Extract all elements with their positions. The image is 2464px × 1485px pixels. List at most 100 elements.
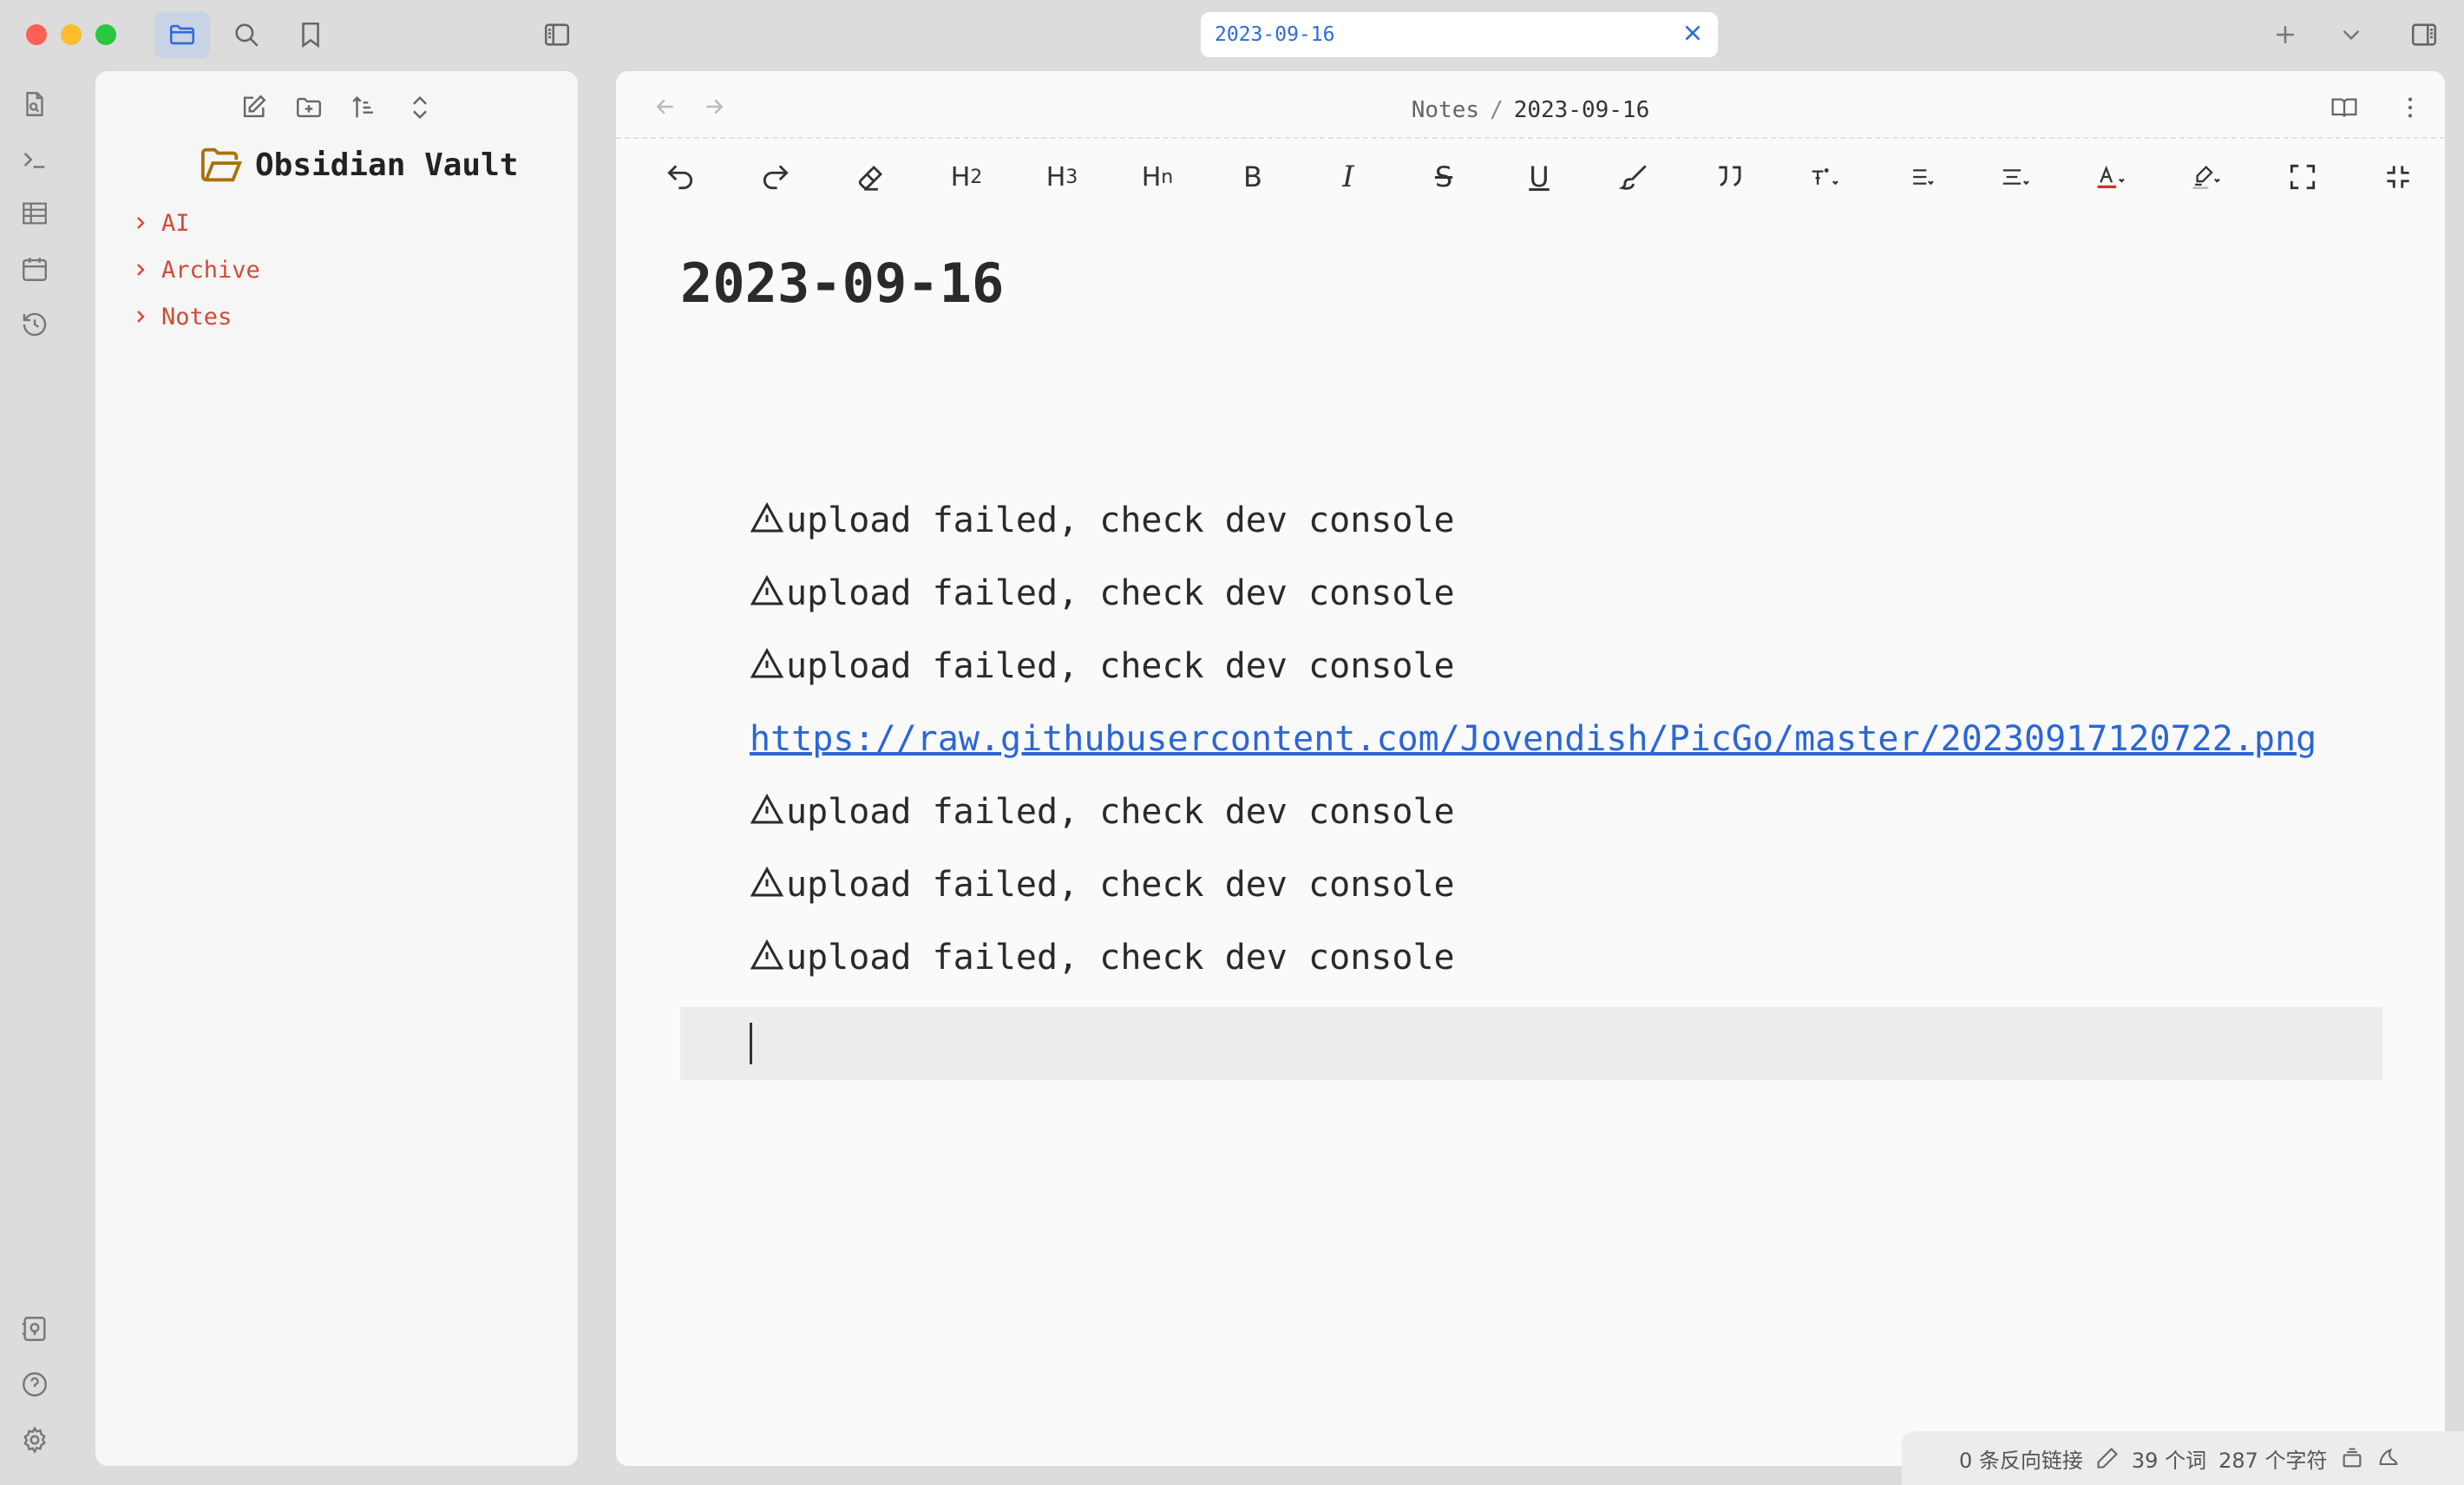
chevron-right-icon	[137, 264, 145, 276]
highlighter-icon	[2192, 165, 2220, 189]
breadcrumb-folder[interactable]: Notes	[1412, 97, 1479, 123]
format-painter-button[interactable]	[1609, 151, 1661, 203]
settings-button[interactable]	[16, 1421, 54, 1459]
folder-plus-icon	[297, 97, 321, 118]
open-quick-switcher-button[interactable]	[16, 85, 54, 123]
bold-button[interactable]: B	[1227, 151, 1279, 203]
active-tab[interactable]: 2023-09-16	[1201, 12, 1718, 57]
h2-label: H	[950, 161, 971, 193]
more-options-button[interactable]	[2393, 90, 2428, 125]
quote-icon	[1719, 166, 1741, 186]
help-button[interactable]	[16, 1365, 54, 1403]
folder-item-notes[interactable]: Notes	[130, 293, 260, 340]
minimize-window-button[interactable]	[61, 24, 82, 45]
maximize-window-button[interactable]	[95, 24, 116, 45]
new-tab-button[interactable]	[2258, 11, 2313, 58]
sort-button[interactable]	[347, 88, 382, 127]
upload-error-line: upload failed, check dev console	[750, 775, 2317, 848]
sync-status-icon[interactable]	[2376, 1446, 2401, 1470]
toggle-right-sidebar-button[interactable]	[2396, 11, 2452, 58]
tab-close-button[interactable]	[1681, 22, 1704, 48]
daily-note-button[interactable]	[16, 250, 54, 288]
image-link-line: https://raw.githubusercontent.com/Jovend…	[750, 703, 2317, 775]
h3-sub: 3	[1065, 166, 1078, 188]
tab-list-button[interactable]	[2323, 11, 2379, 58]
command-palette-button[interactable]	[16, 141, 54, 179]
sidebar-right-icon	[2411, 23, 2437, 46]
minimize-view-button[interactable]	[2372, 151, 2424, 203]
upload-error-line: upload failed, check dev console	[750, 630, 2317, 703]
open-folder-icon	[200, 147, 242, 182]
vault-icon	[22, 1317, 46, 1341]
table-view-button[interactable]	[16, 194, 54, 232]
new-note-button[interactable]	[236, 88, 271, 127]
heading-n-button[interactable]: Hn	[1131, 151, 1183, 203]
line-text: upload failed, check dev console	[786, 500, 1455, 540]
help-icon	[23, 1372, 47, 1397]
active-line[interactable]	[680, 1007, 2382, 1080]
close-window-button[interactable]	[26, 24, 47, 45]
history-button[interactable]	[16, 305, 54, 343]
strikethrough-button[interactable]: S	[1418, 151, 1470, 203]
undo-button[interactable]	[654, 151, 706, 203]
underline-label: U	[1529, 160, 1550, 193]
image-url-link[interactable]: https://raw.githubusercontent.com/Jovend…	[750, 719, 2317, 759]
new-note-icon	[243, 95, 266, 118]
tab-title: 2023-09-16	[1215, 23, 1335, 46]
gear-icon	[23, 1426, 46, 1454]
terminal-icon	[23, 153, 45, 168]
files-view-button[interactable]	[154, 11, 210, 58]
upload-error-line: upload failed, check dev console	[750, 557, 2317, 630]
upload-error-line: upload failed, check dev console	[750, 484, 2317, 557]
align-dropdown[interactable]	[1990, 151, 2042, 203]
note-title[interactable]: 2023-09-16	[680, 252, 1004, 315]
backlinks-count[interactable]: 0 条反向链接	[1959, 1443, 2083, 1474]
hn-sub: n	[1161, 166, 1174, 188]
line-text: upload failed, check dev console	[786, 646, 1455, 686]
breadcrumb-file[interactable]: 2023-09-16	[1514, 97, 1650, 123]
layers-icon[interactable]	[2340, 1446, 2364, 1470]
pencil-icon[interactable]	[2095, 1446, 2120, 1470]
new-folder-button[interactable]	[292, 88, 326, 127]
blockquote-button[interactable]	[1704, 151, 1756, 203]
heading-2-button[interactable]: H2	[940, 151, 993, 203]
text-size-icon	[1812, 168, 1838, 186]
bookmarks-button[interactable]	[283, 11, 338, 58]
vault-switcher-button[interactable]	[16, 1310, 54, 1348]
vault-header[interactable]: Obsidian Vault	[200, 146, 518, 184]
text-color-dropdown[interactable]	[2086, 151, 2138, 203]
note-body[interactable]: upload failed, check dev console upload …	[750, 484, 2317, 994]
warning-icon	[750, 574, 784, 605]
folder-label: Archive	[161, 256, 260, 284]
folder-icon	[169, 24, 195, 45]
undo-icon	[667, 165, 693, 190]
status-bar: 0 条反向链接 39 个词 287 个字符	[1902, 1431, 2464, 1485]
folder-item-archive[interactable]: Archive	[130, 246, 260, 293]
list-dropdown[interactable]	[1895, 151, 1947, 203]
file-explorer: Obsidian Vault AI Archive Notes	[95, 71, 578, 1466]
redo-icon	[763, 165, 789, 190]
file-search-icon	[26, 92, 43, 116]
chevron-right-icon	[137, 311, 145, 323]
folder-item-ai[interactable]: AI	[130, 200, 260, 246]
line-text: upload failed, check dev console	[786, 865, 1455, 905]
reading-view-button[interactable]	[2327, 90, 2362, 125]
folder-label: AI	[161, 209, 190, 237]
collapse-all-button[interactable]	[403, 88, 437, 127]
warning-icon	[750, 793, 784, 824]
table-icon	[23, 202, 47, 225]
text-size-dropdown[interactable]	[1799, 151, 1851, 203]
toggle-left-sidebar-button[interactable]	[529, 11, 585, 58]
italic-button[interactable]: I	[1322, 151, 1374, 203]
history-icon	[23, 312, 47, 337]
fullscreen-button[interactable]	[2277, 151, 2329, 203]
search-button[interactable]	[219, 11, 274, 58]
underline-button[interactable]: U	[1513, 151, 1565, 203]
clear-format-button[interactable]	[845, 151, 897, 203]
vault-name: Obsidian Vault	[255, 147, 519, 183]
highlight-dropdown[interactable]	[2181, 151, 2233, 203]
warning-icon	[750, 866, 784, 897]
book-open-icon	[2331, 98, 2357, 117]
redo-button[interactable]	[750, 151, 802, 203]
heading-3-button[interactable]: H3	[1036, 151, 1088, 203]
